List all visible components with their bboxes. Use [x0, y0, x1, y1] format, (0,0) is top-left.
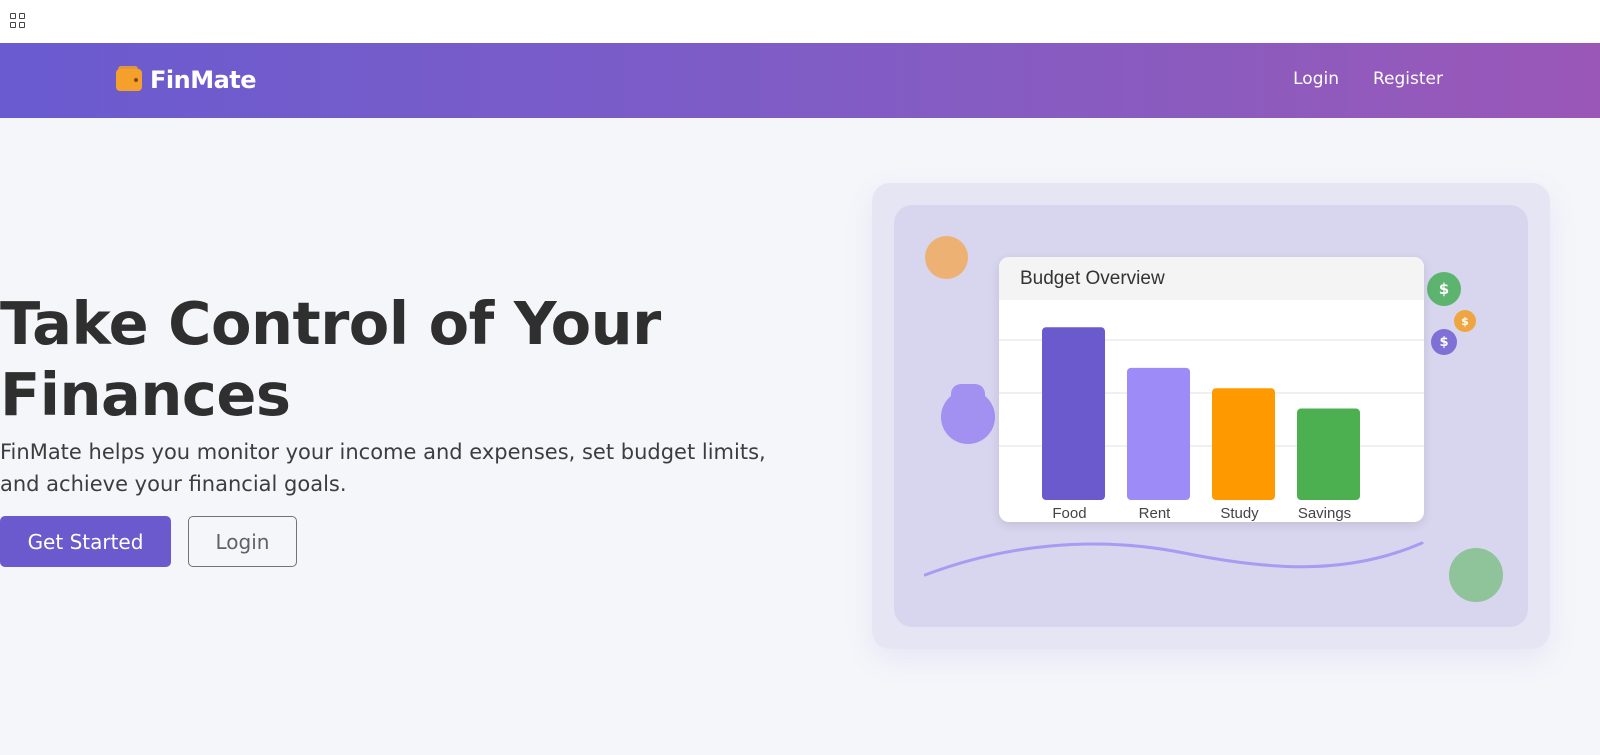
apps-grid-icon[interactable] — [10, 13, 26, 29]
chart-bar-savings — [1297, 408, 1360, 500]
brand-logo[interactable]: FinMate — [116, 63, 257, 97]
dollar-coin-icon: $ — [1431, 329, 1457, 355]
chart-category-label: Savings — [1298, 505, 1351, 522]
decorative-purple-bag — [941, 390, 995, 444]
hero-title: Take Control of Your Finances — [0, 289, 661, 429]
browser-top-bar — [0, 0, 1600, 43]
chart-bar-study — [1212, 388, 1275, 500]
navbar: FinMate Login Register — [0, 43, 1600, 118]
chart-category-label: Food — [1052, 505, 1086, 522]
nav-register-link[interactable]: Register — [1373, 69, 1443, 89]
chart-bar-rent — [1127, 367, 1190, 500]
budget-chart-card: Budget Overview Food Rent Study Savings — [999, 257, 1424, 522]
decorative-wave-line — [924, 541, 1424, 577]
nav-login-link[interactable]: Login — [1293, 69, 1339, 89]
chart-bar-food — [1042, 327, 1105, 500]
chart-category-label: Study — [1220, 505, 1259, 522]
hero-login-button[interactable]: Login — [188, 516, 297, 567]
wallet-icon — [116, 66, 142, 91]
chart-category-label: Rent — [1139, 505, 1172, 522]
budget-bar-chart: Food Rent Study Savings — [999, 327, 1424, 522]
brand-name: FinMate — [150, 66, 257, 94]
hero-description: FinMate helps you monitor your income an… — [0, 440, 766, 496]
dollar-coin-icon: $ — [1427, 272, 1461, 306]
chart-title: Budget Overview — [999, 257, 1424, 300]
nav-links: Login Register — [1293, 69, 1443, 89]
decorative-orange-circle — [925, 236, 968, 279]
get-started-button[interactable]: Get Started — [0, 516, 171, 567]
dollar-coin-icon: $ — [1454, 310, 1476, 332]
decorative-green-circle — [1449, 548, 1503, 602]
